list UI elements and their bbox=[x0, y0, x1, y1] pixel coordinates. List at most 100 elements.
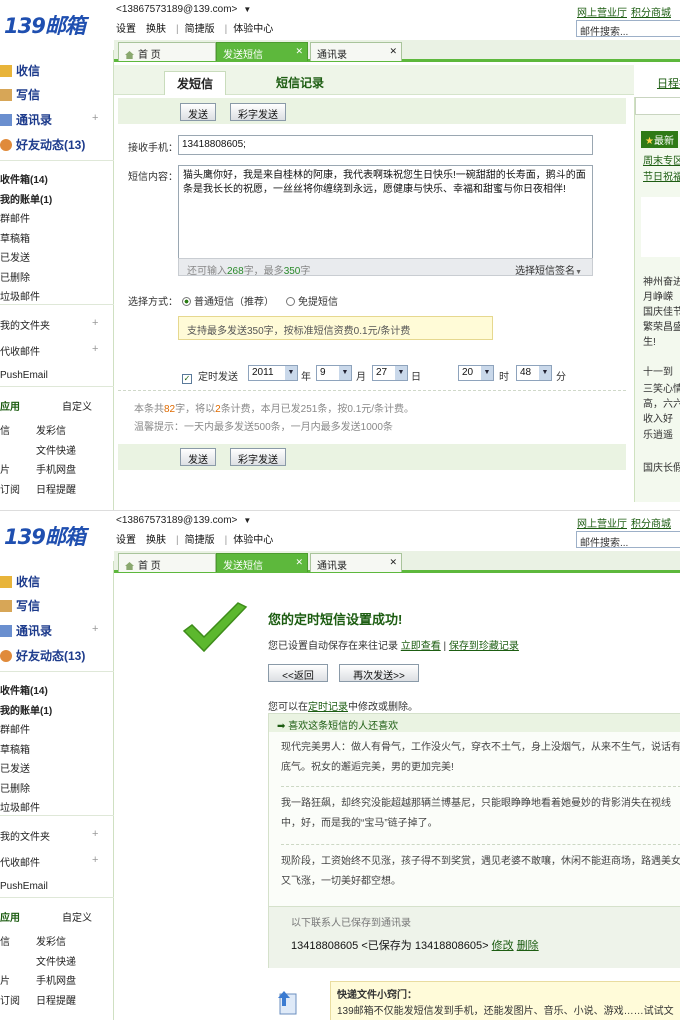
nav-experience[interactable]: 体验中心 bbox=[233, 535, 273, 546]
link-business-hall[interactable]: 网上营业厅 bbox=[577, 8, 627, 19]
save-favorite-link[interactable]: 保存到珍藏记录 bbox=[449, 641, 519, 652]
sidebar-inbox[interactable]: 收信 bbox=[0, 62, 40, 79]
nav-simple[interactable]: 简捷版 bbox=[185, 535, 215, 546]
promo-search[interactable] bbox=[635, 97, 680, 115]
nav-settings[interactable]: 设置 bbox=[116, 24, 136, 35]
app-mms[interactable]: 发彩信 bbox=[36, 933, 66, 948]
app-netdisk[interactable]: 手机网盘 bbox=[36, 461, 76, 476]
mode-normal-radio[interactable]: 普通短信（推荐） bbox=[182, 293, 274, 308]
apps-customize[interactable]: 自定义 bbox=[62, 398, 92, 413]
sms-content-textarea[interactable]: 猫头鹰你好，我是来自桂林的阿康，我代表啊珠祝您生日快乐!一碗甜甜的长寿面，鹅斗的… bbox=[178, 165, 593, 259]
pushemail[interactable]: PushEmail bbox=[0, 881, 48, 892]
folder-sent[interactable]: 已发送 bbox=[0, 760, 30, 775]
delete-contact-link[interactable]: 删除 bbox=[517, 940, 539, 952]
app-left-1[interactable]: 信 bbox=[0, 422, 10, 437]
day-select[interactable]: 27 ▼ bbox=[372, 365, 408, 381]
nav-simple[interactable]: 简捷版 bbox=[185, 24, 215, 35]
agent-mail[interactable]: 代收邮件 bbox=[0, 854, 40, 869]
folder-bills[interactable]: 我的账单(1) bbox=[0, 191, 52, 206]
edit-contact-link[interactable]: 修改 bbox=[492, 940, 514, 952]
logo[interactable]: 139邮箱 bbox=[4, 10, 86, 40]
link-points-mall[interactable]: 积分商城 bbox=[631, 519, 671, 530]
app-left-3[interactable]: 订阅 bbox=[0, 992, 20, 1007]
tab-contacts[interactable]: 通讯录 ✕ bbox=[310, 553, 402, 572]
app-file-express[interactable]: 文件快递 bbox=[36, 442, 76, 457]
sidebar-compose[interactable]: 写信 bbox=[0, 86, 40, 103]
add-folder-icon[interactable]: + bbox=[92, 317, 98, 329]
my-folders[interactable]: 我的文件夹 bbox=[0, 828, 50, 843]
apps-customize[interactable]: 自定义 bbox=[62, 909, 92, 924]
link-points-mall[interactable]: 积分商城 bbox=[631, 8, 671, 19]
tab-home[interactable]: 首 页 bbox=[118, 553, 216, 572]
account-selector[interactable]: <13867573189@139.com> ▼ bbox=[116, 515, 251, 526]
recommend-item-3[interactable]: 现阶段，工资始终不见涨，孩子得不到奖赏，遇见老婆不敢嚷，休闲不能逛商场，路遇美女… bbox=[281, 852, 680, 892]
color-send-button-bottom[interactable]: 彩字发送 bbox=[230, 448, 286, 466]
tab-send-sms[interactable]: 发送短信 ✕ bbox=[216, 553, 308, 572]
schedule-record-link[interactable]: 定时记录 bbox=[308, 702, 348, 713]
close-icon[interactable]: ✕ bbox=[389, 46, 397, 57]
tab-send-sms[interactable]: 发送短信 ✕ bbox=[216, 42, 308, 61]
close-icon[interactable]: ✕ bbox=[389, 557, 397, 568]
app-calendar[interactable]: 日程提醒 bbox=[36, 481, 76, 496]
subtab-send-sms[interactable]: 发短信 bbox=[164, 71, 227, 95]
folder-group[interactable]: 群邮件 bbox=[0, 210, 30, 225]
folder-drafts[interactable]: 草稿箱 bbox=[0, 741, 30, 756]
folder-inbox[interactable]: 收件箱(14) bbox=[0, 171, 48, 186]
app-left-2[interactable]: 片 bbox=[0, 972, 10, 987]
folder-spam[interactable]: 垃圾邮件 bbox=[0, 288, 40, 303]
schedule-link[interactable]: 日程提 bbox=[657, 75, 680, 91]
recipient-input[interactable]: 13418808605; bbox=[178, 135, 593, 155]
mail-search-input[interactable]: 邮件搜索... bbox=[576, 20, 680, 38]
add-agent-icon[interactable]: + bbox=[92, 854, 98, 866]
nav-experience[interactable]: 体验中心 bbox=[233, 24, 273, 35]
recommend-item-1[interactable]: 现代完美男人：做人有骨气，工作没火气，穿衣不土气，身上没烟气，从来不生气，说话有… bbox=[281, 738, 680, 778]
mode-free-radio[interactable]: 免提短信 bbox=[286, 293, 338, 308]
my-folders[interactable]: 我的文件夹 bbox=[0, 317, 50, 332]
add-contact-icon[interactable]: + bbox=[92, 623, 98, 635]
app-netdisk[interactable]: 手机网盘 bbox=[36, 972, 76, 987]
app-left-1[interactable]: 信 bbox=[0, 933, 10, 948]
nav-settings[interactable]: 设置 bbox=[116, 535, 136, 546]
nav-skin[interactable]: 换肤 bbox=[146, 535, 166, 546]
sidebar-compose[interactable]: 写信 bbox=[0, 597, 40, 614]
folder-drafts[interactable]: 草稿箱 bbox=[0, 230, 30, 245]
sidebar-contacts[interactable]: 通讯录 bbox=[0, 111, 52, 128]
app-left-3[interactable]: 订阅 bbox=[0, 481, 20, 496]
sidebar-inbox[interactable]: 收信 bbox=[0, 573, 40, 590]
folder-bills[interactable]: 我的账单(1) bbox=[0, 702, 52, 717]
app-left-2[interactable]: 片 bbox=[0, 461, 10, 476]
promo-link-weekend[interactable]: 周末专区 bbox=[643, 152, 680, 167]
subtab-sms-records[interactable]: 短信记录 bbox=[264, 71, 336, 94]
signature-dropdown[interactable]: 选择短信签名▼ bbox=[515, 262, 582, 277]
minute-select[interactable]: 48 ▼ bbox=[516, 365, 552, 381]
add-agent-icon[interactable]: + bbox=[92, 343, 98, 355]
close-icon[interactable]: ✕ bbox=[295, 46, 303, 57]
schedule-checkbox[interactable]: ✓ 定时发送 bbox=[182, 368, 238, 384]
folder-inbox[interactable]: 收件箱(14) bbox=[0, 682, 48, 697]
app-file-express[interactable]: 文件快递 bbox=[36, 953, 76, 968]
send-again-button[interactable]: 再次发送>> bbox=[339, 664, 419, 682]
link-business-hall[interactable]: 网上营业厅 bbox=[577, 519, 627, 530]
app-calendar[interactable]: 日程提醒 bbox=[36, 992, 76, 1007]
close-icon[interactable]: ✕ bbox=[295, 557, 303, 568]
sidebar-friends[interactable]: 好友动态(13) bbox=[0, 647, 85, 664]
hour-select[interactable]: 20 ▼ bbox=[458, 365, 494, 381]
send-button-bottom[interactable]: 发送 bbox=[180, 448, 216, 466]
add-contact-icon[interactable]: + bbox=[92, 112, 98, 124]
back-button[interactable]: <<返回 bbox=[268, 664, 328, 682]
sidebar-friends[interactable]: 好友动态(13) bbox=[0, 136, 85, 153]
tab-contacts[interactable]: 通讯录 ✕ bbox=[310, 42, 402, 61]
mail-search-input[interactable]: 邮件搜索... bbox=[576, 531, 680, 549]
folder-group[interactable]: 群邮件 bbox=[0, 721, 30, 736]
sidebar-contacts[interactable]: 通讯录 bbox=[0, 622, 52, 639]
folder-deleted[interactable]: 已删除 bbox=[0, 780, 30, 795]
folder-deleted[interactable]: 已删除 bbox=[0, 269, 30, 284]
app-mms[interactable]: 发彩信 bbox=[36, 422, 66, 437]
month-select[interactable]: 9 ▼ bbox=[316, 365, 352, 381]
folder-spam[interactable]: 垃圾邮件 bbox=[0, 799, 40, 814]
add-folder-icon[interactable]: + bbox=[92, 828, 98, 840]
nav-skin[interactable]: 换肤 bbox=[146, 24, 166, 35]
recommend-item-2[interactable]: 我一路狂飙，却终究没能超越那辆兰博基尼，只能眼睁睁地看着她曼妙的背影消失在视线中… bbox=[281, 794, 680, 834]
agent-mail[interactable]: 代收邮件 bbox=[0, 343, 40, 358]
tab-home[interactable]: 首 页 bbox=[118, 42, 216, 61]
